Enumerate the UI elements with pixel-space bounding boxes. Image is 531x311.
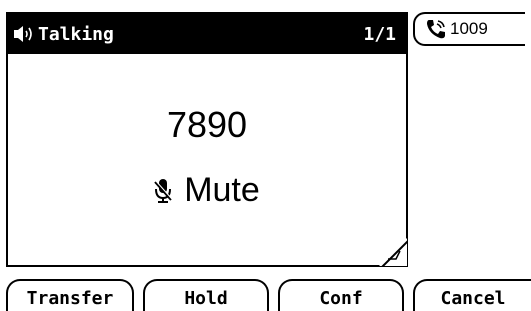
call-count: 1/1 bbox=[363, 23, 396, 45]
conf-button[interactable]: Conf bbox=[278, 279, 404, 311]
transfer-button[interactable]: Transfer bbox=[6, 279, 134, 311]
phone-screen: Talking 1/1 7890 Mute 1009 Transfer Hold… bbox=[0, 0, 531, 311]
speaker-icon bbox=[14, 24, 36, 44]
hold-button[interactable]: Hold bbox=[143, 279, 269, 311]
call-panel: Talking 1/1 7890 Mute bbox=[6, 12, 408, 267]
phone-handset-icon bbox=[425, 18, 447, 40]
softkey-bar: Transfer Hold Conf Cancel bbox=[0, 279, 531, 311]
mic-icon bbox=[154, 178, 173, 204]
line-key-1009[interactable]: 1009 bbox=[413, 12, 525, 46]
cancel-button[interactable]: Cancel bbox=[413, 279, 531, 311]
mute-label: Mute bbox=[184, 171, 260, 209]
dialed-number: 7890 bbox=[166, 104, 248, 145]
page-fold-icon bbox=[378, 237, 408, 267]
call-status: Talking bbox=[38, 23, 114, 45]
mute-indicator: Mute bbox=[8, 171, 406, 210]
call-header: Talking 1/1 bbox=[8, 14, 406, 54]
line-key-label: 1009 bbox=[450, 19, 488, 38]
